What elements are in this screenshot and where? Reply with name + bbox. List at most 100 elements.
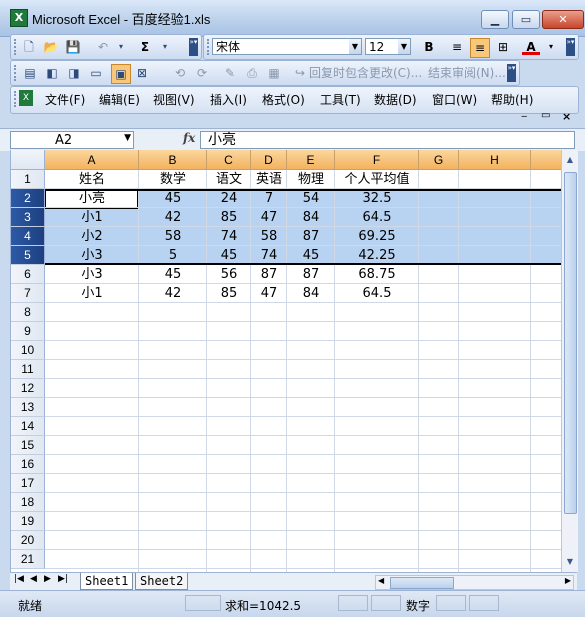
open-folder-icon[interactable]: 📂 [42,38,60,56]
row-header[interactable]: 7 [11,284,45,303]
next-comment-icon[interactable]: ◨ [65,64,83,82]
worksheet-grid[interactable]: A B C D E F G H 1 2 3 4 5 6 7 8 9 10 11 … [10,150,562,572]
cell-math[interactable]: 42 [139,284,207,303]
row-header[interactable]: 18 [11,493,45,512]
row-header[interactable]: 17 [11,474,45,493]
show-all-comments-icon[interactable]: ▣ [111,64,131,84]
column-header-h[interactable]: H [459,150,531,170]
undo-dropdown-icon[interactable]: ▾ [112,38,130,56]
column-header-a[interactable]: A [45,150,139,170]
row-header[interactable]: 20 [11,531,45,550]
autosum-icon[interactable]: Σ [136,38,154,56]
cell-average[interactable]: 64.5 [335,284,419,303]
reply-with-changes-button[interactable]: 回复时包含更改(C)... [309,64,422,82]
first-sheet-icon[interactable]: |◀ [14,574,24,584]
row-header[interactable]: 13 [11,398,45,417]
cell-english[interactable]: 58 [251,227,287,246]
last-sheet-icon[interactable]: ▶| [58,574,68,584]
previous-comment-icon[interactable]: ◧ [43,64,61,82]
undo-icon[interactable]: ↶ [94,38,112,56]
minimize-button[interactable]: ▁ [481,10,509,29]
header-cell-chinese[interactable]: 语文 [207,170,251,189]
menu-data[interactable]: 数据(D) [374,91,417,108]
row-header[interactable]: 5 [11,246,45,265]
row-header[interactable]: 9 [11,322,45,341]
sheet-tab-sheet1[interactable]: Sheet1 [80,573,134,590]
workbook-icon[interactable]: X [19,90,33,106]
edit-icon[interactable]: ✎ [221,64,239,82]
name-box[interactable]: A2 ▼ [10,131,134,149]
menu-edit[interactable]: 编辑(E) [99,91,140,108]
title-bar[interactable]: X Microsoft Excel - 百度经验1.xls ▁ ▭ ✕ [0,0,585,37]
font-color-icon[interactable]: A [522,38,540,55]
cell-name[interactable]: 小2 [45,227,139,246]
bold-button[interactable]: B [420,38,438,56]
font-name-select[interactable]: 宋体 ▼ [212,38,362,55]
font-size-select[interactable]: 12 ▼ [365,38,411,55]
comment-icon[interactable]: ▭ [87,64,105,82]
column-header-d[interactable]: D [251,150,287,170]
menu-format[interactable]: 格式(O) [262,91,305,108]
save-icon[interactable]: 💾 [64,38,82,56]
reply-icon[interactable]: ↪ [291,64,309,82]
cell-math[interactable]: 58 [139,227,207,246]
column-header-g[interactable]: G [419,150,459,170]
autosum-dropdown-icon[interactable]: ▾ [156,38,174,56]
cell-physics[interactable]: 84 [287,284,335,303]
cell-name[interactable]: 小1 [45,208,139,227]
cell-name[interactable]: 小亮 [45,189,139,208]
chevron-down-icon[interactable]: ▼ [398,39,410,54]
menu-help[interactable]: 帮助(H) [491,91,533,108]
header-cell-average[interactable]: 个人平均值 [335,170,419,189]
workbook-close-icon[interactable]: × [562,110,571,123]
previous-sheet-icon[interactable]: ◀ [30,574,37,584]
cell-name[interactable]: 小3 [45,265,139,284]
chevron-down-icon[interactable]: ▼ [349,39,361,54]
track-changes-icon[interactable]: ⟲ [171,64,189,82]
close-button[interactable]: ✕ [542,10,584,29]
cell-chinese[interactable]: 85 [207,208,251,227]
cell-average[interactable]: 64.5 [335,208,419,227]
menu-window[interactable]: 窗口(W) [432,91,477,108]
workbook-restore-icon[interactable]: ▭ [541,110,550,121]
column-header-c[interactable]: C [207,150,251,170]
font-color-dropdown-icon[interactable]: ▾ [542,38,560,56]
header-cell-physics[interactable]: 物理 [287,170,335,189]
folder-icon[interactable]: ▤ [21,64,39,82]
cell-average[interactable]: 68.75 [335,265,419,284]
excel-app-icon[interactable]: X [10,9,28,27]
row-header[interactable]: 16 [11,455,45,474]
cell-math[interactable]: 42 [139,208,207,227]
column-header-f[interactable]: F [335,150,419,170]
header-cell-english[interactable]: 英语 [251,170,287,189]
toolbar-options-icon[interactable]: »▾ [507,64,516,82]
column-header-i[interactable] [531,150,562,170]
row-header[interactable]: 15 [11,436,45,455]
menu-file[interactable]: 文件(F) [45,91,85,108]
align-center-icon[interactable]: ≡ [470,38,490,58]
scroll-up-icon[interactable]: ▲ [563,152,577,168]
cell-name[interactable]: 小1 [45,284,139,303]
select-all-corner[interactable] [11,150,45,170]
scroll-right-icon[interactable]: ▶ [565,576,571,585]
horizontal-scroll-thumb[interactable] [390,577,454,589]
cell-english[interactable]: 7 [251,189,287,208]
cell-english[interactable]: 47 [251,208,287,227]
print-icon[interactable]: ⎙ [243,64,261,82]
horizontal-scrollbar[interactable]: ◀ ▶ [375,575,574,590]
cell-math[interactable]: 45 [139,189,207,208]
row-header[interactable]: 19 [11,512,45,531]
delete-comment-icon[interactable]: ⊠ [133,64,151,82]
sheet-tab-sheet2[interactable]: Sheet2 [135,573,189,590]
menu-insert[interactable]: 插入(I) [210,91,247,108]
cell-english[interactable]: 87 [251,265,287,284]
row-header[interactable]: 12 [11,379,45,398]
cell-average[interactable]: 32.5 [335,189,419,208]
row-header[interactable]: 8 [11,303,45,322]
toolbar-options-icon[interactable]: »▾ [189,38,198,56]
vertical-scroll-thumb[interactable] [564,172,577,514]
row-header[interactable]: 6 [11,265,45,284]
cell-english[interactable]: 47 [251,284,287,303]
cell-physics[interactable]: 87 [287,227,335,246]
row-header[interactable]: 2 [11,189,45,208]
